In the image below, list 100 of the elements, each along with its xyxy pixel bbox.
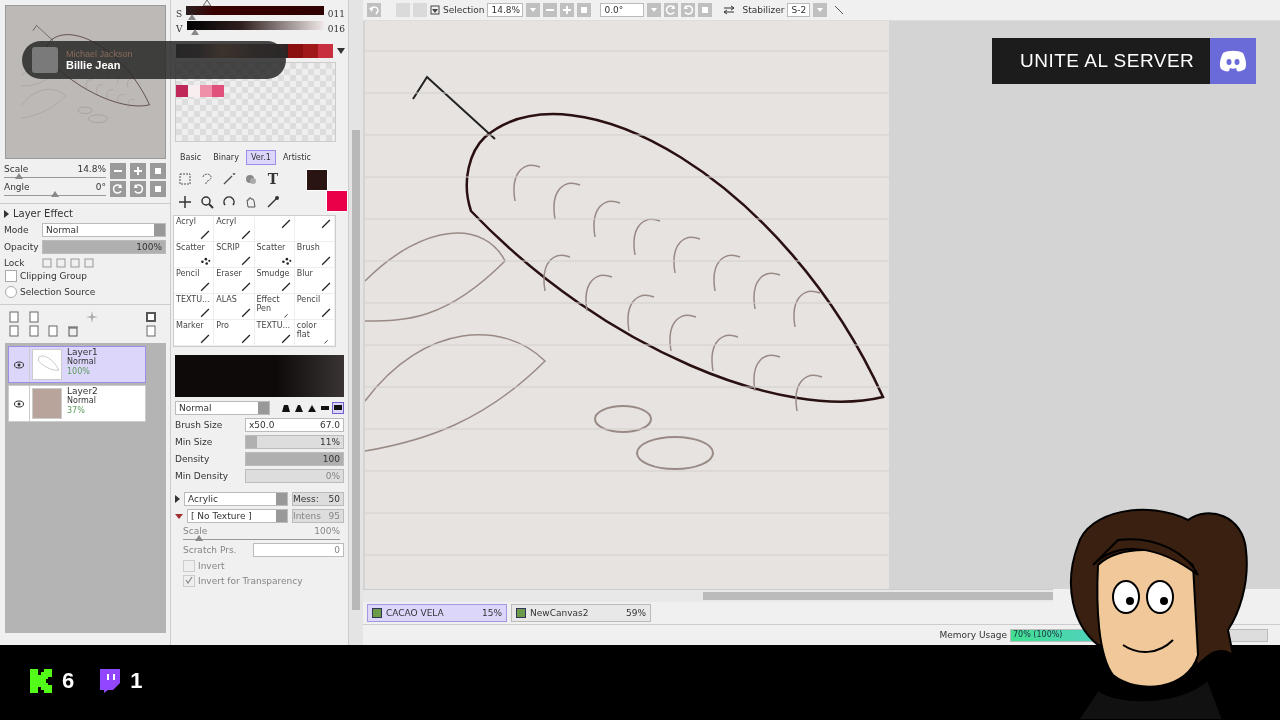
brush-tool[interactable]: TEXTU...: [254, 320, 295, 346]
eye-icon[interactable]: [14, 360, 24, 369]
dropdown-arrow-icon[interactable]: [337, 48, 345, 54]
brush-tool[interactable]: Acryl: [174, 216, 215, 242]
brush-tool[interactable]: Effect Pen: [254, 294, 295, 320]
layer-item[interactable]: Layer2 Normal 37%: [8, 385, 146, 422]
color-swatch[interactable]: [303, 44, 318, 58]
brush-tool[interactable]: Eraser: [214, 268, 255, 294]
brush-tool[interactable]: Scatter: [174, 242, 215, 268]
reset-button[interactable]: [150, 181, 166, 197]
texture-dropdown[interactable]: [ No Texture ]: [187, 509, 288, 523]
angle-field[interactable]: 0.0°: [600, 3, 645, 17]
channel-slider[interactable]: [186, 21, 324, 36]
angle-dropdown-button[interactable]: [647, 3, 662, 17]
flip-icon[interactable]: [723, 5, 736, 15]
mask-icon[interactable]: [144, 311, 157, 323]
brush-tool[interactable]: Pro: [214, 320, 255, 346]
color-swatch[interactable]: [288, 44, 303, 58]
lock-transparency-icon[interactable]: [42, 258, 52, 268]
palette-tab[interactable]: Binary: [208, 150, 244, 165]
radio-button[interactable]: [5, 286, 17, 298]
rotate-right-button[interactable]: [130, 181, 146, 197]
brush-shape-button[interactable]: [332, 402, 344, 414]
palette-tab[interactable]: Basic: [175, 150, 207, 165]
new-layer-icon[interactable]: [27, 311, 40, 323]
brush-shape-button[interactable]: [280, 402, 292, 414]
mode-dropdown[interactable]: Normal: [42, 223, 166, 237]
brush-tool[interactable]: Blur: [294, 268, 335, 294]
slider-thumb[interactable]: [194, 535, 203, 541]
hand-icon[interactable]: [244, 195, 258, 209]
brush-tool[interactable]: Brush: [294, 242, 335, 268]
brush-shape-button[interactable]: [293, 402, 305, 414]
new-layer-icon[interactable]: [8, 311, 20, 323]
palette-tab[interactable]: Ver.1: [245, 150, 276, 165]
text-tool[interactable]: T: [263, 169, 283, 189]
line-tool-icon[interactable]: [834, 5, 845, 15]
brush-tool[interactable]: ALAS: [214, 294, 255, 320]
brush-tool[interactable]: Marker: [174, 320, 215, 346]
min-size-slider[interactable]: 11%: [245, 435, 344, 449]
stabilizer-dropdown-button[interactable]: [813, 3, 828, 17]
brush-tool[interactable]: [294, 216, 335, 242]
brush-tool[interactable]: [254, 216, 295, 242]
opacity-slider[interactable]: 100%: [42, 240, 166, 254]
channel-slider[interactable]: [186, 6, 324, 21]
sparkle-icon[interactable]: [86, 311, 98, 323]
slider-track[interactable]: [4, 174, 106, 178]
hue-slider-thumb-icon[interactable]: [203, 0, 211, 6]
zoom-dropdown-button[interactable]: [526, 3, 541, 17]
scrollbar[interactable]: [363, 589, 1053, 602]
document-tab[interactable]: NewCanvas2 59%: [511, 604, 651, 622]
brush-tool[interactable]: TEXTU...: [174, 294, 215, 320]
rotate-right-button[interactable]: [681, 3, 696, 17]
color-swatch[interactable]: [318, 44, 333, 58]
brush-tool[interactable]: color flat: [294, 320, 335, 346]
paper-canvas[interactable]: [365, 21, 889, 589]
document-tab[interactable]: CACAO VELA 15%: [367, 604, 507, 622]
magic-wand-icon[interactable]: [222, 172, 236, 186]
reset-zoom-button[interactable]: [577, 3, 592, 17]
secondary-color[interactable]: [326, 190, 348, 212]
scrollbar[interactable]: [348, 0, 363, 645]
brush-tool[interactable]: Pencil: [294, 294, 335, 320]
primary-color[interactable]: [306, 169, 328, 191]
brush-tool[interactable]: SCRIP: [214, 242, 255, 268]
color-swatch[interactable]: [176, 85, 188, 97]
stabilizer-field[interactable]: S-2: [787, 3, 811, 17]
palette-tab[interactable]: Artistic: [277, 150, 316, 165]
zoom-out-button[interactable]: [543, 3, 558, 17]
undo-button[interactable]: [367, 3, 381, 17]
zoom-in-button[interactable]: [560, 3, 575, 17]
mixing-mode-dropdown[interactable]: Acrylic: [184, 492, 288, 506]
reset-button[interactable]: [150, 163, 166, 179]
zoom-icon[interactable]: [200, 195, 214, 209]
zoom-in-button[interactable]: [130, 163, 146, 179]
lasso-icon[interactable]: [200, 172, 214, 186]
selection-icon[interactable]: [178, 172, 192, 186]
rotate-left-button[interactable]: [664, 3, 679, 17]
slider-thumb[interactable]: [15, 173, 24, 179]
color-swatch[interactable]: [212, 85, 224, 97]
brush-tool[interactable]: Pencil: [174, 268, 215, 294]
brush-tool[interactable]: Acryl: [214, 216, 255, 242]
brush-tool[interactable]: Smudge: [254, 268, 295, 294]
rotate-left-button[interactable]: [110, 181, 126, 197]
bucket-icon[interactable]: [244, 172, 258, 186]
brush-tool[interactable]: Scatter: [254, 242, 295, 268]
layer-item[interactable]: Layer1 Normal 100%: [8, 346, 146, 383]
eye-icon[interactable]: [14, 399, 24, 408]
server-banner[interactable]: UNITE AL SERVER: [992, 38, 1256, 84]
move-icon[interactable]: [178, 195, 192, 209]
trash-icon[interactable]: [66, 325, 79, 337]
color-swatch[interactable]: [200, 85, 212, 97]
density-slider[interactable]: 100: [245, 452, 344, 466]
zoom-out-button[interactable]: [110, 163, 126, 179]
mess-field[interactable]: Mess: 50: [292, 492, 344, 506]
reset-rotation-button[interactable]: [698, 3, 713, 17]
slider-track[interactable]: [4, 192, 106, 196]
zoom-field[interactable]: 14.8%: [487, 3, 524, 17]
selection-view-icon[interactable]: [430, 5, 440, 15]
color-swatch[interactable]: [188, 85, 200, 97]
blend-mode-dropdown[interactable]: Normal: [175, 401, 270, 415]
slider-thumb[interactable]: [51, 191, 59, 197]
